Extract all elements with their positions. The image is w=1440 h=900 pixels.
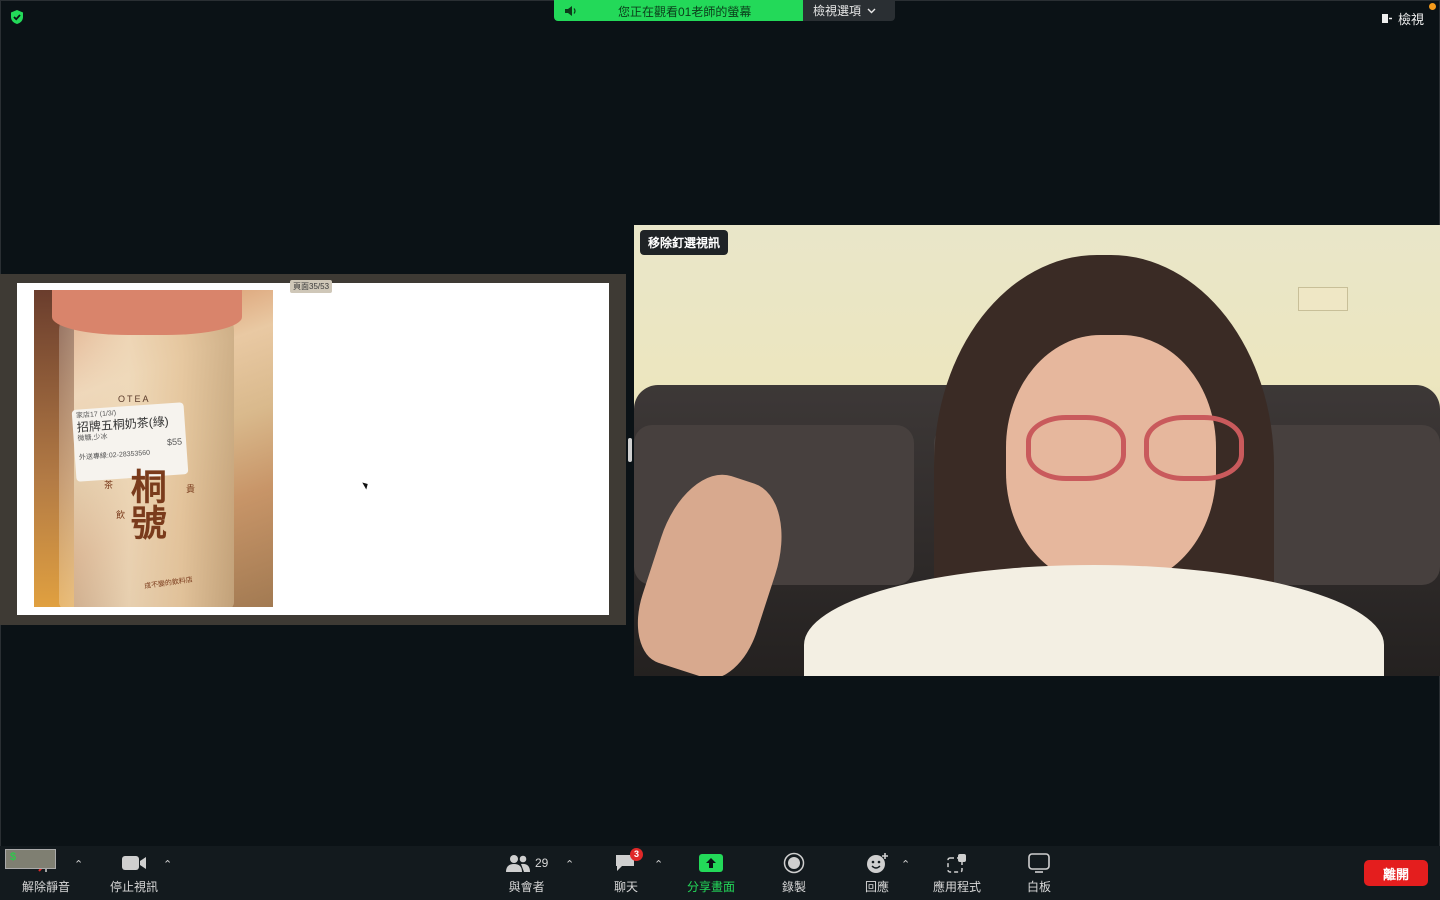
resize-handle[interactable] <box>628 438 632 462</box>
pinned-video[interactable] <box>634 225 1440 676</box>
caret-up-icon[interactable]: ⌃ <box>654 858 663 871</box>
participants-label: 與會者 <box>508 880 545 894</box>
caret-up-icon[interactable]: ⌃ <box>74 858 83 871</box>
cup-top-text: OTEA <box>118 394 151 404</box>
glasses-left <box>1026 415 1126 481</box>
viewing-text: 您正在觀看01老師的螢幕 <box>618 5 752 19</box>
cup-side-left: 茶 <box>104 480 114 490</box>
unmute-label: 解除靜音 <box>22 880 71 894</box>
leave-button[interactable]: 離開 <box>1364 860 1428 886</box>
unpin-video-button[interactable]: 移除釘選視訊 <box>640 230 729 255</box>
cup-brand: 桐號 <box>124 468 167 540</box>
view-options-button[interactable]: 檢視選項 <box>803 0 895 21</box>
whiteboard-button[interactable]: 白板 <box>1027 852 1051 895</box>
view-button[interactable]: 檢視 <box>1381 9 1424 28</box>
cup-side-bottom: 飲 <box>116 510 126 520</box>
record-label: 錄製 <box>782 880 807 894</box>
viewing-indicator: 您正在觀看01老師的螢幕 <box>554 0 803 21</box>
sticker-date: (1/3/) <box>99 409 117 419</box>
glasses-right <box>1144 415 1244 481</box>
self-view-symbol: $ <box>10 851 17 863</box>
wall-switch <box>1298 287 1348 311</box>
apps-icon <box>947 854 966 873</box>
meeting-toolbar: 解除靜音 ⌃ 停止視訊 ⌃ 29 與會者 ⌃ 3 聊天 ⌃ 分享畫面 錄製 回應… <box>0 846 1440 900</box>
participants-button[interactable]: 29 與會者 <box>505 852 548 895</box>
caret-up-icon[interactable]: ⌃ <box>565 858 574 871</box>
chevron-down-icon <box>867 8 876 13</box>
milk-tea-photo: OTEA 家店17 (1/3/) 招牌五桐奶茶(綠) 微糖,少冰 $55 外送專… <box>34 290 273 607</box>
participants-count: 29 <box>535 856 549 870</box>
share-screen-label: 分享畫面 <box>687 880 736 894</box>
caret-up-icon[interactable]: ⌃ <box>901 858 910 871</box>
video-camera-icon <box>122 856 146 870</box>
share-screen-icon <box>699 854 723 872</box>
participants-icon <box>506 855 530 872</box>
view-icon <box>1381 14 1392 23</box>
stop-video-label: 停止視訊 <box>110 880 159 894</box>
apps-label: 應用程式 <box>933 880 982 894</box>
whiteboard-label: 白板 <box>1027 880 1052 894</box>
stop-video-button[interactable]: 停止視訊 <box>110 852 158 895</box>
self-view-thumbnail[interactable]: $ <box>5 849 56 869</box>
notification-dot <box>1429 3 1436 10</box>
page-indicator: 頁面35/53 <box>290 280 333 293</box>
view-options-label: 檢視選項 <box>813 4 862 18</box>
shield-check-icon[interactable] <box>9 9 25 25</box>
reactions-button[interactable]: 回應 <box>865 852 889 895</box>
shared-screen[interactable]: OTEA 家店17 (1/3/) 招牌五桐奶茶(綠) 微糖,少冰 $55 外送專… <box>0 274 626 625</box>
share-screen-button[interactable]: 分享畫面 <box>687 852 735 895</box>
reactions-icon <box>867 853 888 873</box>
slide-page: OTEA 家店17 (1/3/) 招牌五桐奶茶(綠) 微糖,少冰 $55 外送專… <box>17 283 609 615</box>
view-label: 檢視 <box>1397 12 1424 27</box>
screen-share-banner: 您正在觀看01老師的螢幕 檢視選項 <box>554 0 895 21</box>
speaker-icon <box>565 6 576 16</box>
caret-up-icon[interactable]: ⌃ <box>163 858 172 871</box>
chat-label: 聊天 <box>614 880 639 894</box>
chat-button[interactable]: 3 聊天 <box>614 848 644 895</box>
reactions-label: 回應 <box>865 880 890 894</box>
record-icon <box>783 852 805 874</box>
whiteboard-icon <box>1028 853 1050 873</box>
apps-button[interactable]: 應用程式 <box>933 852 981 895</box>
chat-unread-badge: 3 <box>630 848 644 861</box>
cup-cap <box>52 290 242 335</box>
cup-side-right: 貴 <box>186 484 196 494</box>
record-button[interactable]: 錄製 <box>782 852 806 895</box>
